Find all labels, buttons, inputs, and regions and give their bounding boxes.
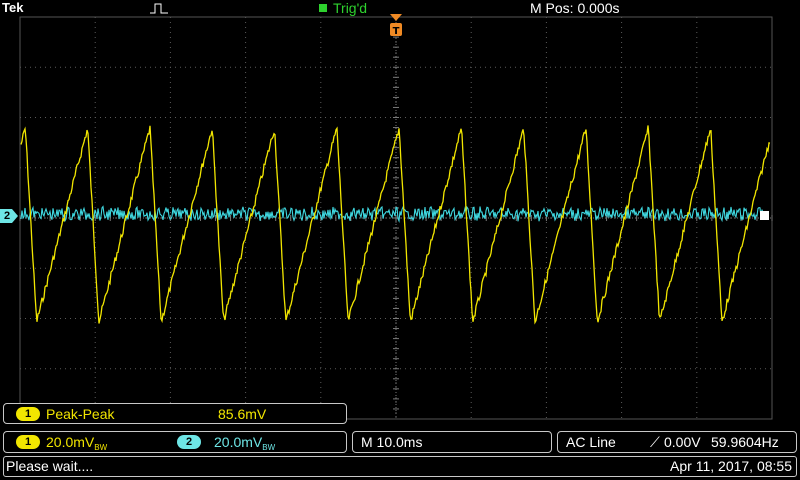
ch2-ground-label: 2 [3, 210, 11, 222]
message-bar: Please wait.... Apr 11, 2017, 08:55 [3, 456, 797, 477]
datetime: Apr 11, 2017, 08:55 [670, 458, 792, 474]
channel-scale-panel[interactable]: 1 20.0mVBW 2 20.0mVBW [3, 431, 347, 453]
trigger-position-marker[interactable]: T [389, 14, 403, 38]
trigger-frequency: 59.9604Hz [711, 434, 779, 450]
ch2-badge[interactable]: 2 [177, 435, 201, 449]
ch1-badge[interactable]: 1 [16, 435, 40, 449]
timebase-panel[interactable]: M 10.0ms [352, 431, 552, 453]
trigger-source: AC Line [566, 434, 616, 450]
measurement-value: 85.6mV [218, 406, 267, 422]
ch2-bandwidth-limit: BW [262, 443, 276, 452]
ch2-scale: 20.0mVBW [214, 434, 276, 452]
measurement-readout[interactable]: 1 Peak-Peak 85.6mV [3, 403, 347, 424]
waveform-end-marker [760, 211, 769, 220]
waveform-display [19, 16, 773, 420]
status-message: Please wait.... [6, 458, 94, 474]
trigger-panel[interactable]: AC Line ⟋ 0.00V 59.9604Hz [557, 431, 797, 453]
ch1-scale: 20.0mVBW [46, 434, 108, 452]
rising-edge-icon: ⟋ [650, 434, 660, 450]
svg-text:T: T [393, 26, 400, 37]
timebase-value: M 10.0ms [361, 434, 423, 450]
measurement-channel-badge: 1 [16, 407, 40, 421]
trigger-level: 0.00V [664, 434, 701, 450]
measurement-name: Peak-Peak [46, 406, 115, 422]
ch1-bandwidth-limit: BW [94, 443, 108, 452]
